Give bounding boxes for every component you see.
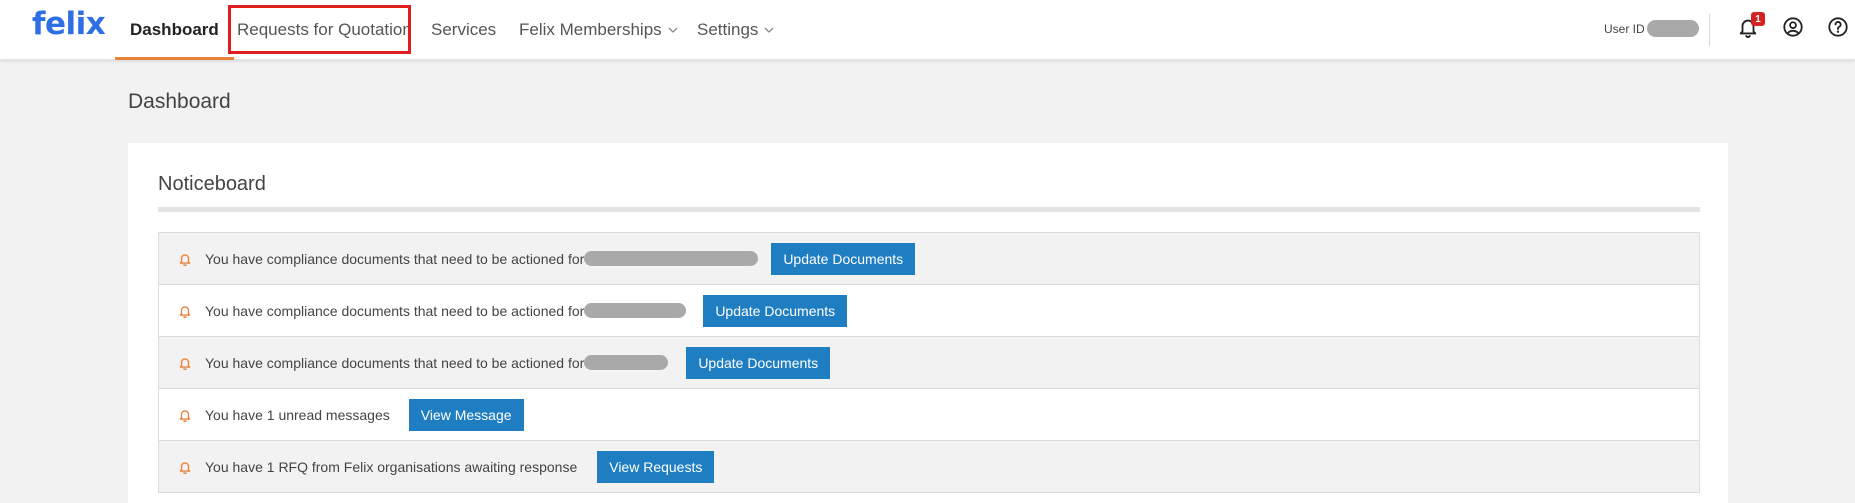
view-message-button[interactable]: View Message	[408, 398, 524, 431]
view-requests-button[interactable]: View Requests	[597, 450, 715, 483]
redacted-organisation	[584, 355, 669, 370]
bell-icon	[159, 408, 205, 422]
notifications-button[interactable]: 1	[1735, 12, 1765, 42]
nav-requests-for-quotation[interactable]: Requests for Quotation	[237, 0, 412, 60]
nav-settings-label: Settings	[697, 20, 759, 39]
account-button[interactable]	[1780, 16, 1806, 42]
update-documents-button[interactable]: Update Documents	[686, 346, 831, 379]
noticeboard-divider	[158, 207, 1700, 212]
notice-text: You have 1 unread messages	[205, 406, 390, 423]
nav-requests-for-quotation-label: Requests for Quotation	[237, 20, 412, 39]
notice-text: You have compliance documents that need …	[205, 250, 585, 267]
page-title: Dashboard	[128, 90, 231, 113]
bell-icon	[159, 460, 205, 474]
list-item: You have 1 RFQ from Felix organisations …	[158, 441, 1700, 493]
nav-settings[interactable]: Settings	[697, 0, 774, 60]
bell-icon	[159, 304, 205, 318]
top-navigation-bar: felix Dashboard Requests for Quotation S…	[0, 0, 1855, 60]
bell-icon	[159, 356, 205, 370]
nav-services-label: Services	[431, 20, 497, 39]
list-item: You have 1 unread messages View Message	[158, 389, 1700, 441]
user-id: User ID	[1604, 20, 1699, 37]
nav-felix-memberships-label: Felix Memberships	[519, 20, 662, 39]
list-item: You have compliance documents that need …	[158, 285, 1700, 337]
help-circle-icon	[1827, 16, 1849, 43]
user-id-label: User ID	[1604, 21, 1645, 36]
felix-logo[interactable]: felix	[32, 6, 106, 42]
update-documents-button[interactable]: Update Documents	[771, 242, 916, 275]
notice-text: You have compliance documents that need …	[205, 354, 585, 371]
list-item: You have compliance documents that need …	[158, 337, 1700, 389]
bell-icon	[159, 252, 205, 266]
notice-list: You have compliance documents that need …	[158, 232, 1700, 493]
list-item: You have compliance documents that need …	[158, 233, 1700, 285]
notice-text: You have 1 RFQ from Felix organisations …	[205, 458, 578, 475]
noticeboard-title: Noticeboard	[158, 173, 266, 195]
nav-felix-memberships[interactable]: Felix Memberships	[519, 0, 678, 60]
help-button[interactable]	[1825, 16, 1851, 42]
notice-text: You have compliance documents that need …	[205, 302, 585, 319]
redacted-organisation	[584, 303, 687, 318]
notification-count-badge: 1	[1751, 12, 1765, 26]
header-divider	[1709, 14, 1710, 46]
redacted-organisation	[584, 251, 759, 266]
nav-dashboard-label: Dashboard	[130, 20, 219, 39]
redacted-user-id	[1646, 20, 1699, 37]
chevron-down-icon	[764, 24, 774, 36]
nav-dashboard[interactable]: Dashboard	[115, 0, 234, 60]
user-circle-icon	[1782, 16, 1804, 43]
nav-services[interactable]: Services	[431, 0, 496, 60]
noticeboard-card: Noticeboard You have compliance document…	[128, 143, 1728, 503]
chevron-down-icon	[668, 24, 678, 36]
update-documents-button[interactable]: Update Documents	[703, 294, 848, 327]
